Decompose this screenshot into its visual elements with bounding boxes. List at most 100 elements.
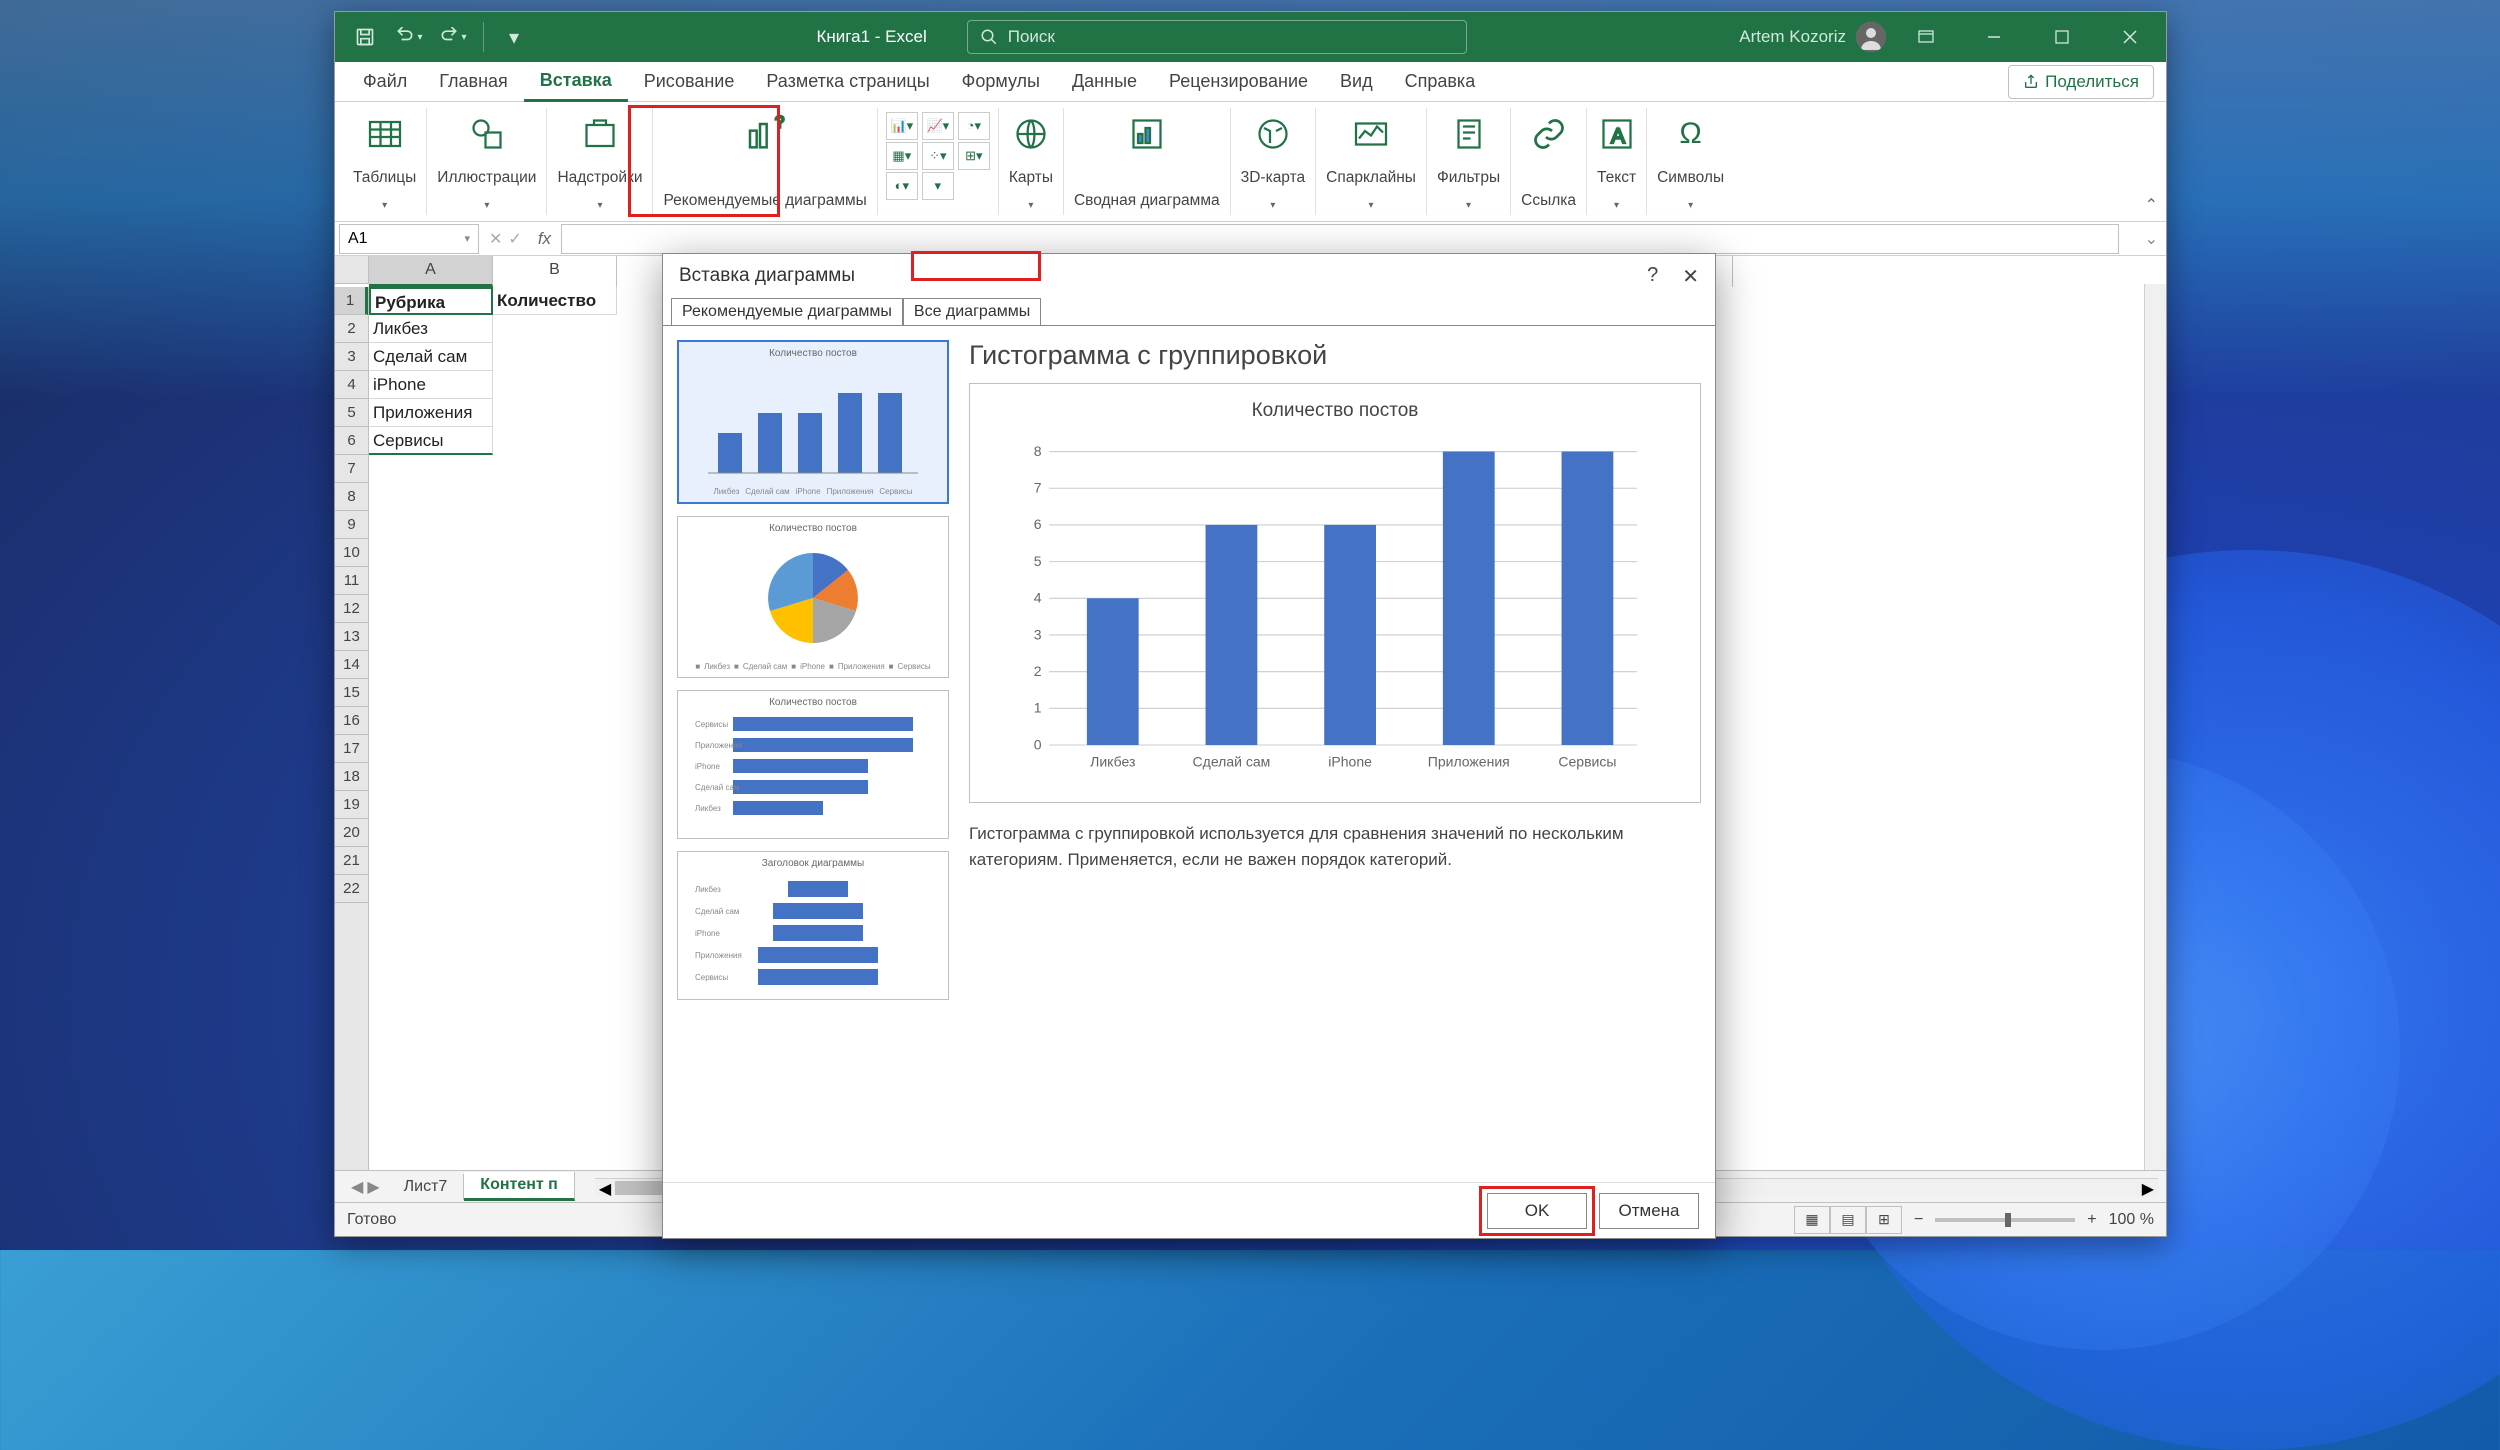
row-header[interactable]: 7 <box>335 455 368 483</box>
save-icon[interactable] <box>347 19 383 55</box>
zoom-slider[interactable] <box>1935 1218 2075 1222</box>
thumb-bar[interactable]: Количество постов Сервисы Приложения iPh… <box>677 690 949 839</box>
chart-preview[interactable]: Количество постов 01 23 45 67 8 <box>969 383 1701 803</box>
fx-icon[interactable]: fx <box>528 229 561 249</box>
share-button[interactable]: Поделиться <box>2008 65 2154 99</box>
cell-a1[interactable]: Рубрика <box>369 287 493 315</box>
expand-formula-icon[interactable]: ⌄ <box>2145 229 2166 249</box>
dialog-close-icon[interactable]: ✕ <box>1682 264 1699 289</box>
tab-insert[interactable]: Вставка <box>524 62 628 102</box>
row-header[interactable]: 20 <box>335 819 368 847</box>
tab-home[interactable]: Главная <box>423 63 524 100</box>
ribbon-text[interactable]: A Текст ▾ <box>1587 108 1647 215</box>
row-header[interactable]: 5 <box>335 399 368 427</box>
row-header[interactable]: 2 <box>335 315 368 343</box>
tab-help[interactable]: Справка <box>1389 63 1492 100</box>
view-break-icon[interactable]: ⊞ <box>1866 1206 1902 1234</box>
cell-a5[interactable]: Приложения <box>369 399 493 427</box>
row-header[interactable]: 4 <box>335 371 368 399</box>
row-header[interactable]: 22 <box>335 875 368 903</box>
row-header[interactable]: 21 <box>335 847 368 875</box>
row-header[interactable]: 19 <box>335 791 368 819</box>
tab-draw[interactable]: Рисование <box>628 63 751 100</box>
minimize-icon[interactable] <box>1966 12 2022 62</box>
ribbon-sparklines[interactable]: Спарклайны ▾ <box>1316 108 1427 215</box>
more-chart-icon[interactable]: ▾ <box>922 172 954 200</box>
hierarchy-chart-icon[interactable]: ▦▾ <box>886 142 918 170</box>
row-header[interactable]: 18 <box>335 763 368 791</box>
thumb-pie[interactable]: Количество постов ■Ликбез■Сделай сам■iPh… <box>677 516 949 678</box>
row-header[interactable]: 14 <box>335 651 368 679</box>
ribbon-illustrations[interactable]: Иллюстрации ▾ <box>427 108 547 215</box>
user-account[interactable]: Artem Kozoriz <box>1739 22 1886 52</box>
close-icon[interactable] <box>2102 12 2158 62</box>
col-header-a[interactable]: A <box>369 256 493 287</box>
row-header[interactable]: 12 <box>335 595 368 623</box>
view-page-icon[interactable]: ▤ <box>1830 1206 1866 1234</box>
sheet-nav-prev-icon[interactable]: ◀ <box>351 1177 363 1197</box>
view-normal-icon[interactable]: ▦ <box>1794 1206 1830 1234</box>
row-header[interactable]: 10 <box>335 539 368 567</box>
select-all-corner[interactable] <box>335 256 369 284</box>
zoom-level[interactable]: 100 % <box>2109 1211 2154 1229</box>
row-header[interactable]: 9 <box>335 511 368 539</box>
collapse-ribbon-icon[interactable]: ⌃ <box>2145 195 2158 215</box>
ribbon-3d-map[interactable]: 3D-карта ▾ <box>1231 108 1317 215</box>
row-header[interactable]: 8 <box>335 483 368 511</box>
sheet-tab-active[interactable]: Контент п <box>464 1172 575 1201</box>
tab-review[interactable]: Рецензирование <box>1153 63 1324 100</box>
tab-layout[interactable]: Разметка страницы <box>750 63 945 100</box>
dialog-tab-recommended[interactable]: Рекомендуемые диаграммы <box>671 298 903 326</box>
row-header[interactable]: 13 <box>335 623 368 651</box>
sheet-tab[interactable]: Лист7 <box>388 1174 465 1200</box>
line-chart-icon[interactable]: 📈▾ <box>922 112 954 140</box>
ribbon-filters[interactable]: Фильтры ▾ <box>1427 108 1511 215</box>
row-header[interactable]: 17 <box>335 735 368 763</box>
combo-chart-icon[interactable]: ◐▾ <box>886 172 918 200</box>
cell-a2[interactable]: Ликбез <box>369 315 493 343</box>
dialog-help-icon[interactable]: ? <box>1647 264 1658 289</box>
undo-icon[interactable]: ▾ <box>391 19 427 55</box>
enter-formula-icon[interactable]: ✓ <box>508 229 521 249</box>
dialog-tab-all[interactable]: Все диаграммы <box>903 298 1041 326</box>
ribbon-pivot-chart[interactable]: Сводная диаграмма <box>1064 108 1231 215</box>
row-header[interactable]: 15 <box>335 679 368 707</box>
cell-a6[interactable]: Сервисы <box>369 427 493 455</box>
tab-data[interactable]: Данные <box>1056 63 1153 100</box>
scatter-chart-icon[interactable]: ⁘▾ <box>922 142 954 170</box>
cancel-button[interactable]: Отмена <box>1599 1193 1699 1229</box>
pie-chart-icon[interactable]: ◔▾ <box>958 112 990 140</box>
sheet-nav-next-icon[interactable]: ▶ <box>367 1177 379 1197</box>
cell-a3[interactable]: Сделай сам <box>369 343 493 371</box>
row-header[interactable]: 1 <box>335 287 368 315</box>
search-input[interactable]: Поиск <box>967 20 1467 54</box>
ribbon-maps[interactable]: Карты ▾ <box>999 108 1064 215</box>
row-header[interactable]: 6 <box>335 427 368 455</box>
qat-dropdown-icon[interactable]: ▾ <box>496 19 532 55</box>
row-header[interactable]: 3 <box>335 343 368 371</box>
tab-view[interactable]: Вид <box>1324 63 1389 100</box>
tab-formulas[interactable]: Формулы <box>946 63 1056 100</box>
row-header[interactable]: 16 <box>335 707 368 735</box>
thumb-funnel[interactable]: Заголовок диаграммы Ликбез Сделай сам iP… <box>677 851 949 1000</box>
ribbon-mode-icon[interactable] <box>1898 12 1954 62</box>
redo-icon[interactable]: ▾ <box>435 19 471 55</box>
tab-file[interactable]: Файл <box>347 63 423 100</box>
col-header-b[interactable]: B <box>493 256 617 287</box>
row-header[interactable]: 11 <box>335 567 368 595</box>
name-box[interactable]: A1▾ <box>339 224 479 254</box>
formula-input[interactable] <box>561 224 2119 254</box>
zoom-out-icon[interactable]: − <box>1914 1211 1923 1229</box>
cell-b1[interactable]: Количество <box>493 287 617 315</box>
scrollbar-vertical[interactable] <box>2144 284 2166 1170</box>
stat-chart-icon[interactable]: ⊞▾ <box>958 142 990 170</box>
zoom-in-icon[interactable]: + <box>2087 1211 2096 1229</box>
thumb-clustered-column[interactable]: Количество постов ЛикбезСделай самiPhone… <box>677 340 949 504</box>
ribbon-link[interactable]: Ссылка <box>1511 108 1587 215</box>
column-chart-icon[interactable]: 📊▾ <box>886 112 918 140</box>
cancel-formula-icon[interactable]: ✕ <box>489 229 502 249</box>
maximize-icon[interactable] <box>2034 12 2090 62</box>
ribbon-symbols[interactable]: Ω Символы ▾ <box>1647 108 1734 215</box>
cell-a4[interactable]: iPhone <box>369 371 493 399</box>
ribbon-tables[interactable]: Таблицы ▾ <box>343 108 427 215</box>
